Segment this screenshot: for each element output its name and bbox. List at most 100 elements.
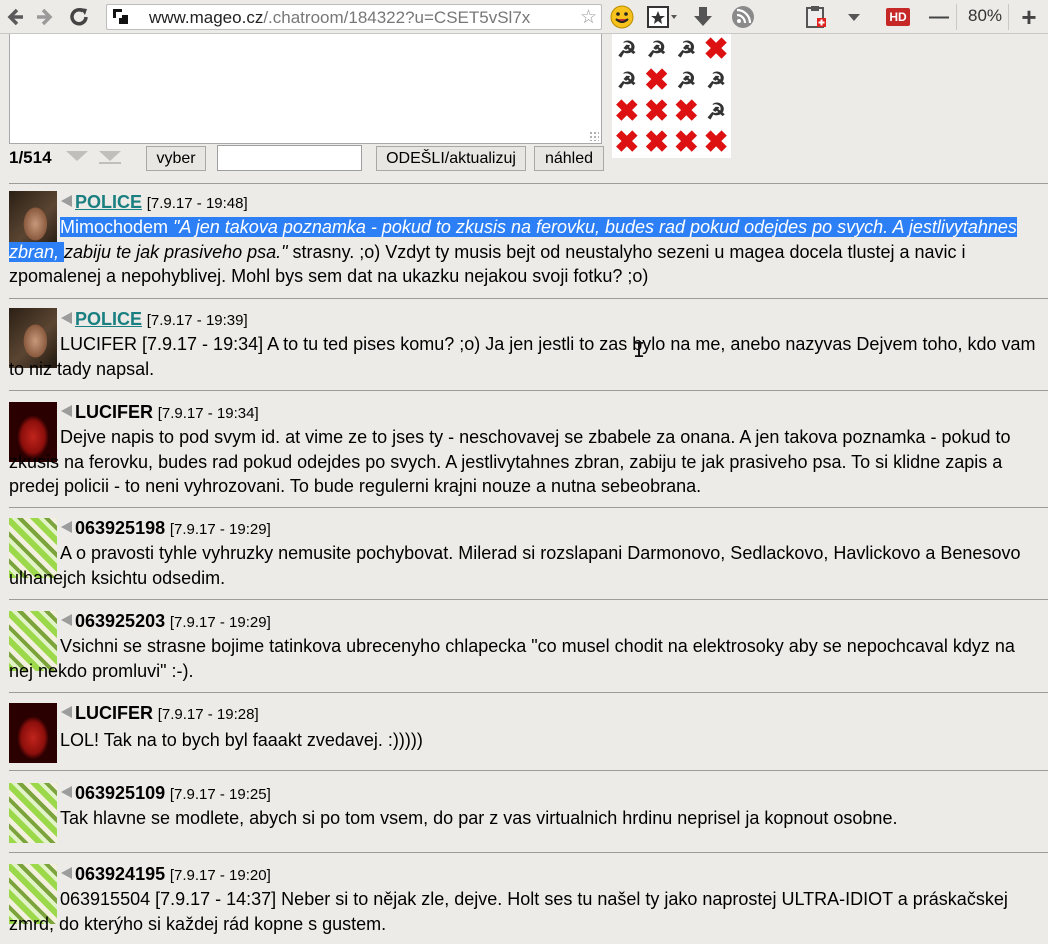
red-cross-icon: ✖ xyxy=(614,94,640,128)
chat-message: 063924195 [7.9.17 - 19:20] 063915504 [7.… xyxy=(9,864,1039,942)
zoom-level: 80% xyxy=(968,6,1003,25)
hammer-sickle-icon: ☭ xyxy=(706,98,726,124)
separator xyxy=(9,770,1048,771)
site-favicon-icon xyxy=(113,9,133,25)
zoom-out-button[interactable]: — xyxy=(928,3,950,31)
red-cross-icon: ✖ xyxy=(673,125,699,159)
toolbar-divider xyxy=(956,4,957,30)
red-cross-icon: ✖ xyxy=(703,125,729,159)
speaker-icon[interactable] xyxy=(61,786,72,798)
message-header: LUCIFER [7.9.17 - 19:28] xyxy=(60,703,259,724)
timestamp: [7.9.17 - 19:29] xyxy=(169,614,271,631)
url-path: /.chatroom/184322?u=CSET5vSl7x xyxy=(263,8,531,27)
rss-feed-icon[interactable] xyxy=(730,3,756,31)
hammer-sickle-icon: ☭ xyxy=(706,67,726,93)
preview-button[interactable]: náhled xyxy=(534,146,604,171)
zoom-in-button[interactable]: + xyxy=(1016,2,1042,32)
message-text: Tak hlavne se modlete, abych si po tom v… xyxy=(60,808,898,828)
timestamp: [7.9.17 - 19:29] xyxy=(169,521,271,538)
message-text: Mimochodem "A jen takova poznamka - poku… xyxy=(9,215,1039,289)
separator xyxy=(9,507,1048,508)
message-header: 063925109 [7.9.17 - 19:25] xyxy=(60,783,271,804)
send-refresh-button[interactable]: ODEŠLI/aktualizuj xyxy=(376,146,526,171)
separator xyxy=(9,692,1048,693)
author-name[interactable]: 063924195 xyxy=(75,864,165,884)
hd-badge: HD xyxy=(886,8,910,26)
message-header: 063925203 [7.9.17 - 19:29] xyxy=(60,611,271,632)
speaker-icon[interactable] xyxy=(61,405,72,417)
hammer-sickle-icon: ☭ xyxy=(646,36,667,62)
message-text: A o pravosti tyhle vyhruzky nemusite poc… xyxy=(9,543,1021,588)
speaker-icon[interactable] xyxy=(61,195,72,207)
message-text: Dejve napis to pod svym id. at vime ze t… xyxy=(9,427,1011,496)
bookmark-star-icon[interactable]: ☆ xyxy=(580,6,597,29)
red-cross-icon: ✖ xyxy=(614,125,640,159)
reload-icon[interactable] xyxy=(66,3,92,31)
separator xyxy=(9,298,1048,299)
speaker-icon[interactable] xyxy=(61,312,72,324)
author-link[interactable]: POLICE xyxy=(75,309,142,329)
toolbar-divider xyxy=(1008,4,1009,30)
quote-text: zabiju te jak prasiveho psa." xyxy=(64,241,288,262)
hammer-sickle-icon: ☭ xyxy=(617,36,637,62)
message-header: 063924195 [7.9.17 - 19:20] xyxy=(60,864,271,885)
author-name[interactable]: LUCIFER xyxy=(75,402,153,422)
message-header: POLICE [7.9.17 - 19:39] xyxy=(60,309,248,330)
message-header: 063925198 [7.9.17 - 19:29] xyxy=(60,518,271,539)
last-page-bar xyxy=(99,162,121,164)
speaker-icon[interactable] xyxy=(61,614,72,626)
forward-icon[interactable] xyxy=(34,3,56,31)
speaker-icon[interactable] xyxy=(61,706,72,718)
choose-button[interactable]: vyber xyxy=(146,146,206,171)
emoji-extension-icon[interactable] xyxy=(609,3,635,31)
message-text: LOL! Tak na to bych byl faaakt zvedavej.… xyxy=(60,730,423,750)
separator xyxy=(9,390,1048,391)
message-textarea[interactable] xyxy=(9,34,602,144)
timestamp: [7.9.17 - 19:39] xyxy=(146,312,248,329)
chat-message: 063925198 [7.9.17 - 19:29] A o pravosti … xyxy=(9,518,1039,594)
red-cross-icon: ✖ xyxy=(644,63,670,97)
menu-dropdown-icon[interactable] xyxy=(844,3,864,31)
next-page-arrow-icon[interactable] xyxy=(66,151,88,161)
url-host: www.mageo.cz xyxy=(149,8,264,27)
bookmarks-menu-icon[interactable] xyxy=(645,3,679,31)
hammer-sickle-icon: ☭ xyxy=(617,67,637,93)
speaker-icon[interactable] xyxy=(61,521,72,533)
timestamp: [7.9.17 - 19:48] xyxy=(146,195,248,212)
author-link[interactable]: POLICE xyxy=(75,192,142,212)
message-text: 063915504 [7.9.17 - 14:37] Neber si to n… xyxy=(9,889,1008,934)
clipboard-icon[interactable] xyxy=(803,3,829,31)
separator xyxy=(9,852,1048,853)
resize-grip-icon[interactable] xyxy=(589,131,599,141)
selected-text: Mimochodem xyxy=(60,217,174,237)
hammer-sickle-emblem-image: ☭ ☭ ☭ ✖ ☭ ✖ ☭ ☭ ✖ ✖ ✖ ☭ ✖ ✖ ✖ ✖ xyxy=(612,34,731,158)
chat-message: 063925203 [7.9.17 - 19:29] Vsichni se st… xyxy=(9,611,1039,687)
timestamp: [7.9.17 - 19:34] xyxy=(157,405,259,422)
address-bar[interactable]: www.mageo.cz/.chatroom/184322?u=CSET5vSl… xyxy=(106,4,602,30)
back-icon[interactable] xyxy=(4,3,26,31)
author-name[interactable]: 063925203 xyxy=(75,611,165,631)
hammer-sickle-icon: ☭ xyxy=(676,67,697,93)
url-text: www.mageo.cz/.chatroom/184322?u=CSET5vSl… xyxy=(149,8,530,28)
author-name[interactable]: 063925198 xyxy=(75,518,165,538)
chat-message: LUCIFER [7.9.17 - 19:34] Dejve napis to … xyxy=(9,402,1039,502)
separator xyxy=(9,599,1048,600)
download-icon[interactable] xyxy=(690,3,716,31)
chat-message: POLICE [7.9.17 - 19:39] LUCIFER [7.9.17 … xyxy=(9,308,1039,388)
chat-message: LUCIFER [7.9.17 - 19:28] LOL! Tak na to … xyxy=(9,703,1039,765)
timestamp: [7.9.17 - 19:25] xyxy=(169,786,271,803)
red-cross-icon: ✖ xyxy=(703,32,729,66)
message-header: POLICE [7.9.17 - 19:48] xyxy=(60,192,248,213)
timestamp: [7.9.17 - 19:20] xyxy=(169,867,271,884)
chat-message: POLICE [7.9.17 - 19:48] Mimochodem "A je… xyxy=(9,191,1039,291)
separator xyxy=(9,183,1048,184)
message-counter: 1/514 xyxy=(9,148,52,167)
author-name[interactable]: 063925109 xyxy=(75,783,165,803)
message-header: LUCIFER [7.9.17 - 19:34] xyxy=(60,402,259,423)
nick-input[interactable] xyxy=(217,145,362,171)
last-page-arrow-icon[interactable] xyxy=(99,151,121,161)
browser-toolbar: www.mageo.cz/.chatroom/184322?u=CSET5vSl… xyxy=(0,0,1048,34)
author-name[interactable]: LUCIFER xyxy=(75,703,153,723)
hd-extension-icon[interactable]: HD xyxy=(883,3,913,31)
speaker-icon[interactable] xyxy=(61,867,72,879)
